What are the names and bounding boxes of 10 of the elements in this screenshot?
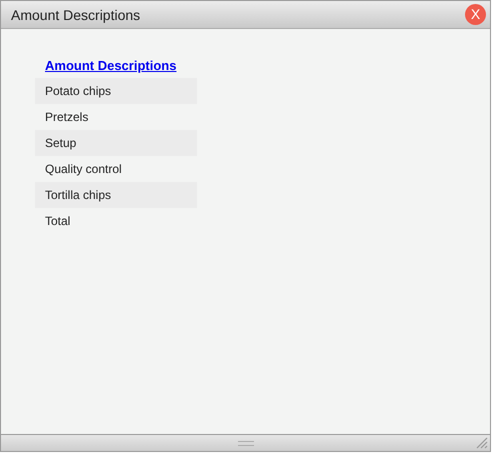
list-item[interactable]: Setup [35, 130, 197, 156]
heading-link[interactable]: Amount Descriptions [45, 58, 176, 75]
resize-handle-icon[interactable] [476, 437, 488, 449]
list-item[interactable]: Pretzels [35, 104, 197, 130]
grip-icon[interactable] [238, 440, 254, 446]
list-item[interactable]: Potato chips [35, 78, 197, 104]
list-item[interactable]: Total [35, 208, 197, 234]
list-item[interactable]: Quality control [35, 156, 197, 182]
list-item[interactable]: Tortilla chips [35, 182, 197, 208]
window-title: Amount Descriptions [11, 6, 140, 22]
